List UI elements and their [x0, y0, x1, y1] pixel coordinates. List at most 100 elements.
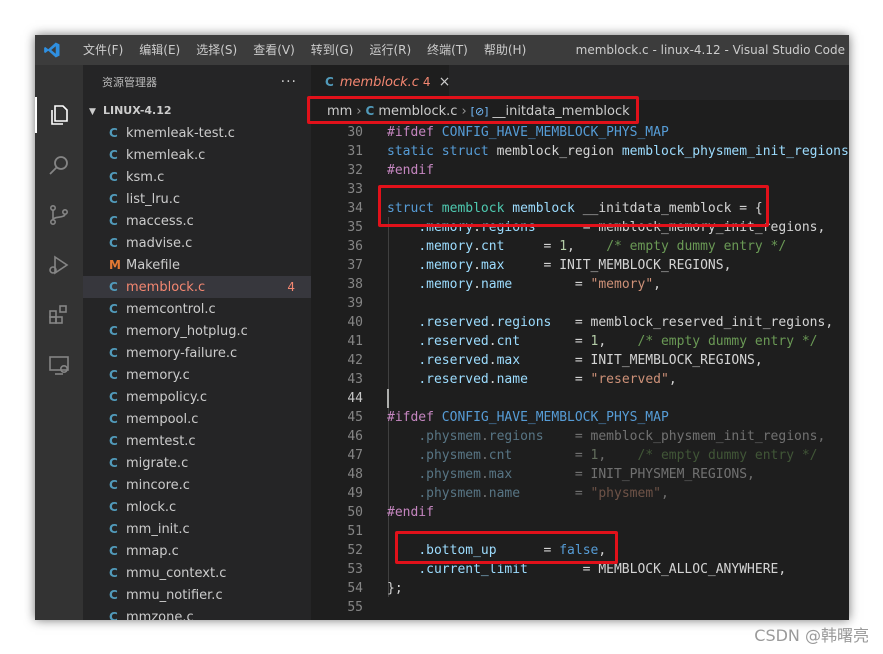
file-name: mincore.c [126, 478, 190, 493]
code-line: 42 .reserved.max = INIT_MEMBLOCK_REGIONS… [311, 351, 849, 370]
file-item[interactable]: Ckmemleak-test.c [83, 122, 311, 144]
code-token: .reserved [418, 334, 489, 349]
menu-item[interactable]: 终端(T) [419, 35, 476, 65]
menu-bar: 文件(F) 编辑(E) 选择(S) 查看(V) 转到(G) 运行(R) 终端(T) 帮助(H) [75, 35, 534, 65]
c-file-icon: C [109, 412, 118, 426]
menu-item[interactable]: 查看(V) [245, 35, 303, 65]
folder-section[interactable]: ▼ LINUX-4.12 [83, 100, 311, 122]
tab-bar: Cmemblock.c 4 × [311, 65, 849, 100]
code-token: max [480, 258, 505, 273]
code-text: .memory.max = INIT_MEMBLOCK_REGIONS, [387, 256, 731, 275]
file-item[interactable]: Cmm_init.c [83, 518, 311, 540]
file-name: mlock.c [126, 500, 177, 515]
file-item[interactable]: M Makefile [83, 254, 311, 276]
menu-item[interactable]: 帮助(H) [476, 35, 534, 65]
title-bar: 文件(F) 编辑(E) 选择(S) 查看(V) 转到(G) 运行(R) 终端(T) 帮助(H)… [35, 35, 849, 65]
code-token: = INIT_PHYSMEM_REGIONS, [512, 467, 755, 482]
active-view-indicator [35, 97, 37, 133]
run-debug-icon[interactable] [47, 253, 71, 277]
file-item[interactable]: Cmmu_context.c [83, 562, 311, 584]
c-file-icon: C [109, 236, 118, 250]
file-item[interactable]: Cmlock.c [83, 496, 311, 518]
file-item[interactable]: Cmemcontrol.c [83, 298, 311, 320]
code-line: 30 #ifdef CONFIG_HAVE_MEMBLOCK_PHYS_MAP [311, 123, 849, 142]
code-token: = [512, 448, 591, 463]
file-item[interactable]: Cmincore.c [83, 474, 311, 496]
c-file-icon: C [109, 566, 118, 580]
c-file-icon: C [109, 192, 118, 206]
code-token: /* empty dummy entry */ [637, 334, 818, 349]
code-token: . [488, 334, 497, 349]
file-item[interactable]: Cmadvise.c [83, 232, 311, 254]
file-item[interactable]: Cmemtest.c [83, 430, 311, 452]
vscode-window: 文件(F) 编辑(E) 选择(S) 查看(V) 转到(G) 运行(R) 终端(T) 帮助(H)… [35, 35, 849, 620]
code-token: cnt [496, 334, 521, 349]
file-item[interactable]: Cmempolicy.c [83, 386, 311, 408]
remote-explorer-icon[interactable] [47, 353, 71, 377]
line-number: 32 [347, 163, 363, 178]
line-number: 33 [347, 182, 363, 197]
file-item[interactable]: Cmemory.c [83, 364, 311, 386]
code-token: }; [387, 581, 403, 596]
code-token: = [512, 277, 591, 292]
code-token: . [480, 467, 489, 482]
code-token: .reserved [418, 315, 489, 330]
code-line: 44 [311, 389, 849, 408]
more-actions-icon[interactable]: ··· [281, 65, 297, 100]
c-file-icon: C [109, 170, 118, 184]
file-item[interactable]: Ckmemleak.c [83, 144, 311, 166]
file-item[interactable]: Cmemory_hotplug.c [83, 320, 311, 342]
code-token: /* empty dummy entry */ [606, 239, 787, 254]
menu-item[interactable]: 转到(G) [303, 35, 362, 65]
code-token: = [520, 334, 591, 349]
code-token: . [480, 486, 489, 501]
code-text: #endif [387, 161, 434, 180]
tab-problem-count: 4 [422, 75, 431, 89]
code-token: = INIT_MEMBLOCK_REGIONS, [504, 258, 732, 273]
file-item[interactable]: Cmigrate.c [83, 452, 311, 474]
code-text: #endif [387, 503, 434, 522]
line-number: 37 [347, 258, 363, 273]
source-control-icon[interactable] [47, 203, 71, 227]
menu-item[interactable]: 选择(S) [188, 35, 245, 65]
extensions-icon[interactable] [47, 303, 71, 327]
file-item[interactable]: Cmemblock.c 4 [83, 276, 311, 298]
menu-item[interactable]: 文件(F) [75, 35, 131, 65]
search-icon[interactable] [47, 153, 71, 177]
makefile-icon: M [109, 258, 121, 272]
explorer-icon[interactable] [47, 103, 71, 127]
c-file-icon: C [109, 500, 118, 514]
tab-memblock-c[interactable]: Cmemblock.c 4 × [311, 65, 451, 100]
code-line: 40 .reserved.regions = memblock_reserved… [311, 313, 849, 332]
c-file-icon: C [109, 368, 118, 382]
file-item[interactable]: Cksm.c [83, 166, 311, 188]
code-token: #endif [387, 163, 434, 178]
code-token: = MEMBLOCK_ALLOC_ANYWHERE, [527, 562, 787, 577]
code-token: regions [496, 315, 552, 330]
file-item[interactable]: Cmmu_notifier.c [83, 584, 311, 606]
file-item[interactable]: Cmemory-failure.c [83, 342, 311, 364]
file-item[interactable]: Cmmap.c [83, 540, 311, 562]
code-line: 41 .reserved.cnt = 1, /* empty dummy ent… [311, 332, 849, 351]
file-name: memtest.c [126, 434, 196, 449]
code-token: .physmem [418, 448, 481, 463]
code-line: 50 #endif [311, 503, 849, 522]
file-item[interactable]: Cmmzone.c [83, 606, 311, 620]
close-icon[interactable]: × [439, 74, 451, 90]
c-file-icon: C [109, 588, 118, 602]
file-item[interactable]: Clist_lru.c [83, 188, 311, 210]
code-token: CONFIG_HAVE_MEMBLOCK_PHYS_MAP [441, 125, 669, 140]
menu-item[interactable]: 运行(R) [361, 35, 419, 65]
code-token: name [488, 486, 521, 501]
code-token: . [473, 239, 481, 254]
code-token: "memory" [590, 277, 654, 292]
code-token: , [598, 334, 638, 349]
file-item[interactable]: Cmempool.c [83, 408, 311, 430]
menu-item[interactable]: 编辑(E) [131, 35, 188, 65]
code-text: #ifdef CONFIG_HAVE_MEMBLOCK_PHYS_MAP [387, 408, 669, 427]
file-item[interactable]: Cmaccess.c [83, 210, 311, 232]
line-number: 49 [347, 486, 363, 501]
code-line: 54}; [311, 579, 849, 598]
